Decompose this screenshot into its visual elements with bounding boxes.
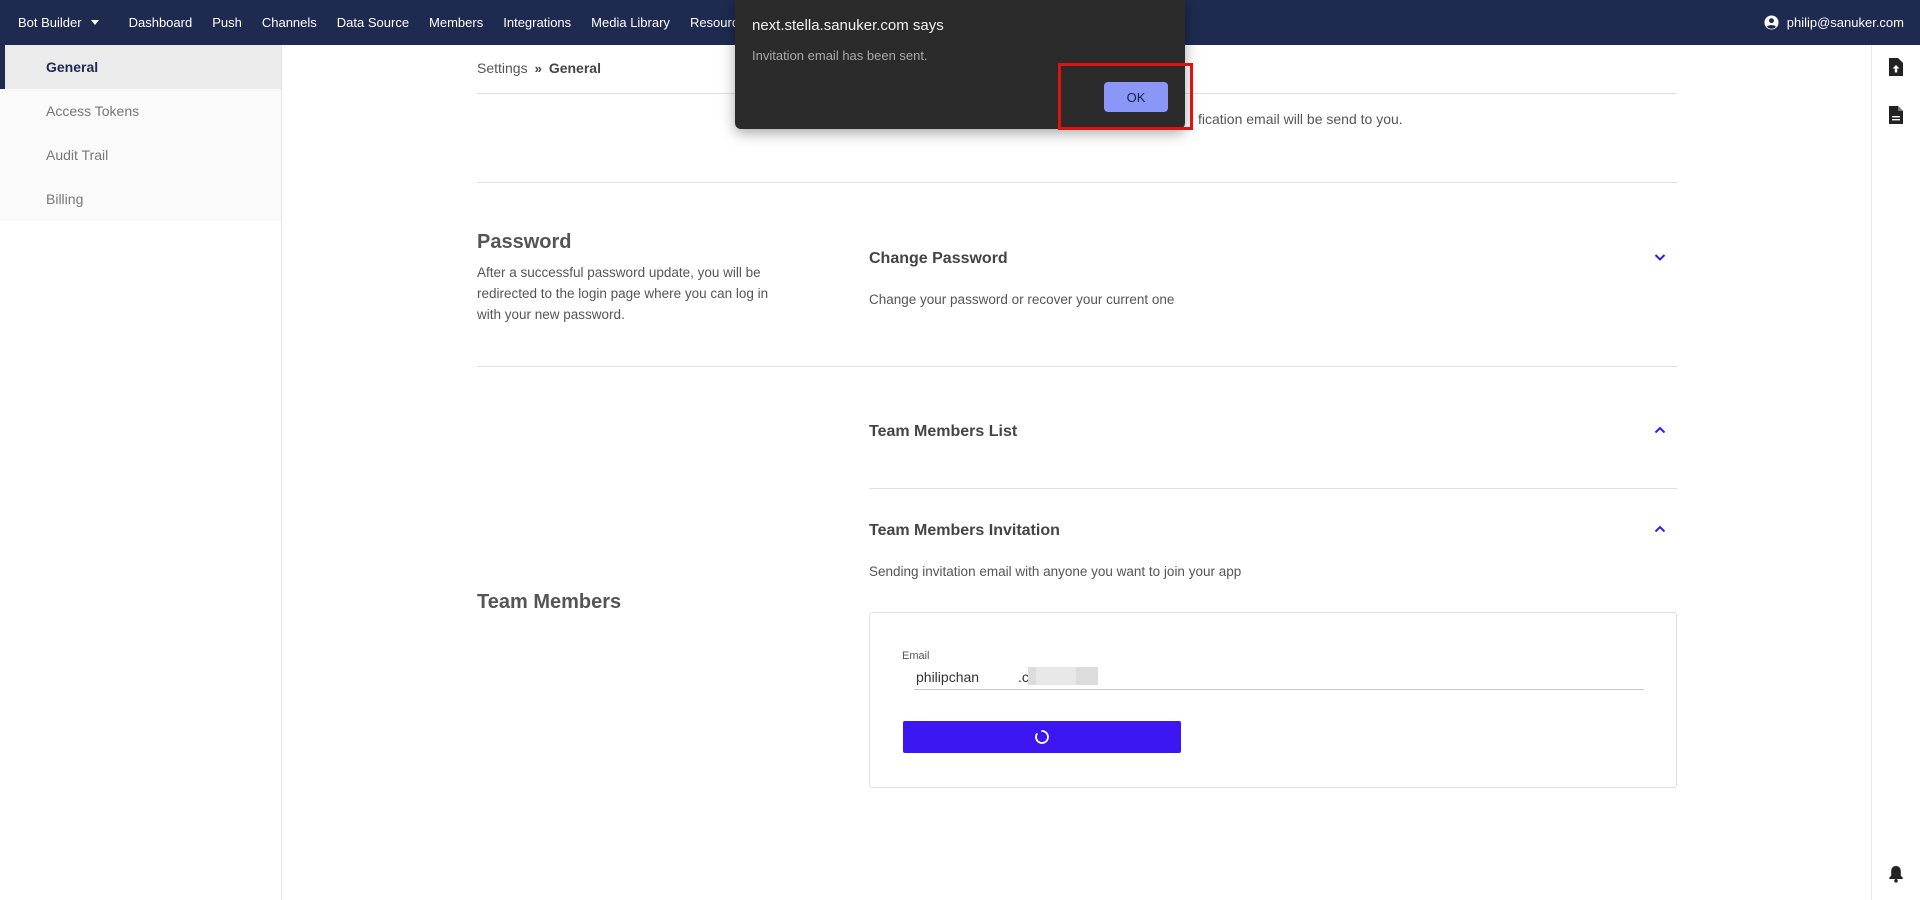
chevron-up-icon[interactable] [1652, 521, 1668, 537]
app-switcher[interactable]: Bot Builder [18, 15, 99, 30]
change-password-title[interactable]: Change Password [869, 250, 1008, 268]
nav-integrations[interactable]: Integrations [503, 15, 571, 30]
nav-push[interactable]: Push [212, 15, 242, 30]
sidebar-item-audit-trail[interactable]: Audit Trail [0, 133, 281, 177]
user-email: philip@sanuker.com [1786, 15, 1904, 30]
team-members-invitation-title[interactable]: Team Members Invitation [869, 522, 1060, 540]
chevron-down-icon[interactable] [1652, 249, 1668, 265]
dialog-title: next.stella.sanuker.com says [752, 17, 944, 34]
team-members-list-title[interactable]: Team Members List [869, 423, 1017, 441]
invitation-description: Sending invitation email with anyone you… [869, 564, 1242, 579]
divider [477, 366, 1677, 367]
nav-channels[interactable]: Channels [262, 15, 317, 30]
send-invitation-button[interactable] [903, 721, 1181, 753]
settings-sidebar: General Access Tokens Audit Trail Billin… [0, 45, 282, 900]
team-members-section-title: Team Members [477, 591, 622, 613]
divider [477, 182, 1677, 183]
password-section-description: After a successful password update, you … [477, 265, 769, 322]
password-section-title: Password [477, 231, 572, 253]
verification-email-note: fication email will be send to you. [1198, 111, 1403, 127]
nav-members[interactable]: Members [429, 15, 483, 30]
brand-label: Bot Builder [18, 15, 82, 30]
change-password-description: Change your password or recover your cur… [869, 292, 1175, 307]
breadcrumb-settings[interactable]: Settings [477, 60, 528, 76]
sidebar-item-general[interactable]: General [0, 45, 281, 89]
loading-spinner-icon [1035, 730, 1049, 744]
redacted-region [1036, 667, 1076, 685]
ok-button[interactable]: OK [1104, 82, 1168, 112]
chevron-up-icon[interactable] [1652, 422, 1668, 438]
divider [869, 488, 1677, 489]
caret-down-icon [90, 20, 99, 25]
dialog-message: Invitation email has been sent. [752, 48, 928, 63]
sidebar-item-access-tokens[interactable]: Access Tokens [0, 89, 281, 133]
breadcrumb: Settings » General [477, 60, 601, 76]
breadcrumb-current: General [548, 60, 601, 76]
invitation-form: Email [869, 612, 1677, 788]
user-circle-icon [1764, 15, 1779, 30]
nav-dashboard[interactable]: Dashboard [129, 15, 193, 30]
email-field[interactable] [914, 665, 1644, 690]
file-icon[interactable] [1888, 105, 1904, 125]
sidebar-menu: General Access Tokens Audit Trail Billin… [0, 45, 281, 221]
right-toolbar [1871, 45, 1920, 900]
bell-icon[interactable] [1888, 865, 1904, 883]
main-content: Settings » General fication email will b… [282, 45, 1872, 900]
user-menu[interactable]: philip@sanuker.com [1764, 0, 1904, 45]
nav-media-library[interactable]: Media Library [591, 15, 670, 30]
file-upload-icon[interactable] [1888, 57, 1904, 77]
alert-dialog: next.stella.sanuker.com says Invitation … [735, 0, 1185, 129]
sidebar-item-billing[interactable]: Billing [0, 177, 281, 221]
nav-data-source[interactable]: Data Source [337, 15, 409, 30]
email-label: Email [902, 650, 930, 662]
double-chevron-right-icon: » [534, 60, 542, 76]
